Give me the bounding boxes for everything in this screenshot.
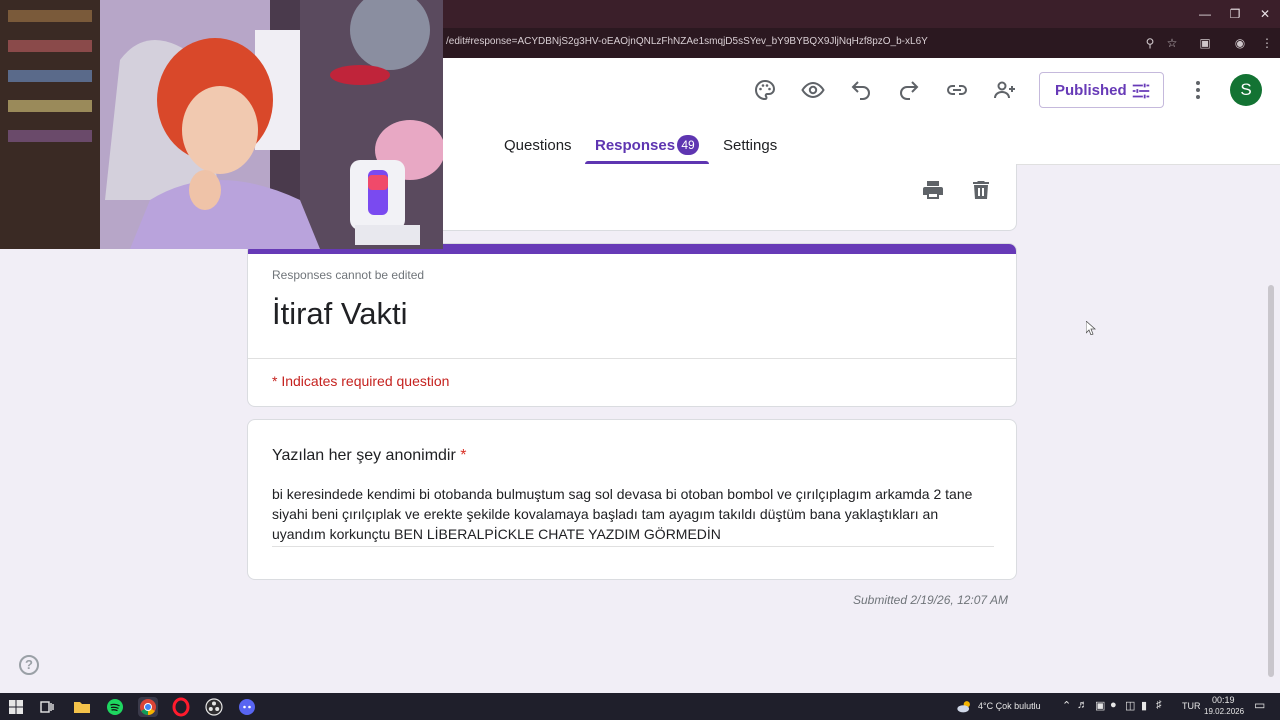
page-scrollbar[interactable]	[1268, 285, 1274, 677]
tray-chevron-icon[interactable]: ⌃	[1062, 699, 1071, 712]
more-options-icon[interactable]	[1188, 78, 1208, 102]
weather-text[interactable]: 4°C Çok bulutlu	[978, 701, 1041, 711]
form-title: İtiraf Vakti	[272, 296, 408, 331]
account-avatar[interactable]: S	[1230, 74, 1262, 106]
language-indicator[interactable]: TUR	[1182, 701, 1201, 711]
network-icon[interactable]: ◫	[1125, 699, 1135, 712]
clock-time[interactable]: 00:19	[1212, 695, 1235, 705]
extensions-icon[interactable]: ▣	[1196, 34, 1214, 52]
form-title-card: Responses cannot be edited İtiraf Vakti …	[247, 243, 1017, 407]
battery-icon[interactable]: ▮	[1141, 699, 1147, 712]
tab-settings[interactable]: Settings	[723, 137, 777, 154]
url-text[interactable]: /edit#response=ACYDBNjS2g3HV-oEAOjnQNLzF…	[446, 36, 928, 47]
published-button[interactable]: Published	[1039, 72, 1164, 108]
microphone-icon[interactable]: ●	[1110, 699, 1117, 711]
obs-icon[interactable]	[204, 697, 224, 717]
webcam-overlay	[0, 0, 443, 249]
task-view-icon[interactable]	[37, 697, 57, 717]
link-icon[interactable]	[945, 78, 969, 102]
title-divider	[248, 358, 1016, 359]
responses-count-badge: 49	[677, 135, 699, 155]
required-mark: *	[460, 447, 467, 464]
question-card: Yazılan her şey anonimdir * bi keresinde…	[247, 419, 1017, 580]
undo-icon[interactable]	[849, 78, 873, 102]
clock-date[interactable]: 19.02.2026	[1204, 707, 1244, 716]
responses-locked-note: Responses cannot be edited	[272, 268, 425, 282]
help-icon[interactable]: ?	[19, 655, 39, 675]
tray-app-icon[interactable]: ▣	[1095, 699, 1105, 712]
opera-icon[interactable]	[171, 697, 191, 717]
chrome-icon[interactable]	[138, 697, 158, 717]
spotify-icon[interactable]	[105, 697, 125, 717]
question-title: Yazılan her şey anonimdir *	[272, 447, 466, 465]
redo-icon[interactable]	[897, 78, 921, 102]
restore-icon[interactable]: ❐	[1220, 4, 1250, 24]
preview-eye-icon[interactable]	[801, 78, 825, 102]
mouse-cursor-icon	[1086, 321, 1096, 335]
notification-icon[interactable]: ▭	[1254, 698, 1265, 712]
tab-questions[interactable]: Questions	[504, 137, 572, 154]
answer-text: bi keresindede kendimi bi otobanda bulmu…	[272, 484, 994, 547]
volume-icon[interactable]: ♬	[1077, 699, 1088, 711]
published-label: Published	[1055, 82, 1127, 99]
profile-icon[interactable]: ◉	[1231, 34, 1249, 52]
question-label: Yazılan her şey anonimdir	[272, 447, 456, 464]
minimize-icon[interactable]: —	[1190, 4, 1220, 24]
delete-icon[interactable]	[969, 178, 993, 202]
zoom-icon[interactable]: ⚲	[1141, 34, 1159, 52]
submitted-timestamp: Submitted 2/19/26, 12:07 AM	[853, 593, 1008, 607]
print-icon[interactable]	[921, 178, 945, 202]
palette-icon[interactable]	[753, 78, 777, 102]
speaker-icon[interactable]: ♯	[1156, 699, 1162, 711]
tab-responses[interactable]: Responses	[595, 137, 675, 154]
windows-start-icon[interactable]	[6, 697, 26, 717]
windows-taskbar: 4°C Çok bulutlu ⌃ ♬ ▣ ● ◫ ▮ ♯ TUR 00:19 …	[0, 693, 1280, 720]
weather-cloud-icon[interactable]	[956, 697, 974, 717]
discord-icon[interactable]	[237, 697, 257, 717]
settings-sliders-icon	[1132, 83, 1150, 99]
required-note: * Indicates required question	[272, 373, 450, 389]
browser-menu-icon[interactable]: ⋮	[1258, 34, 1276, 52]
streamer-webcam-image	[0, 0, 443, 249]
add-collaborator-icon[interactable]	[993, 78, 1017, 102]
file-explorer-icon[interactable]	[72, 697, 92, 717]
close-icon[interactable]: ✕	[1250, 4, 1280, 24]
bookmark-star-icon[interactable]: ☆	[1163, 34, 1181, 52]
